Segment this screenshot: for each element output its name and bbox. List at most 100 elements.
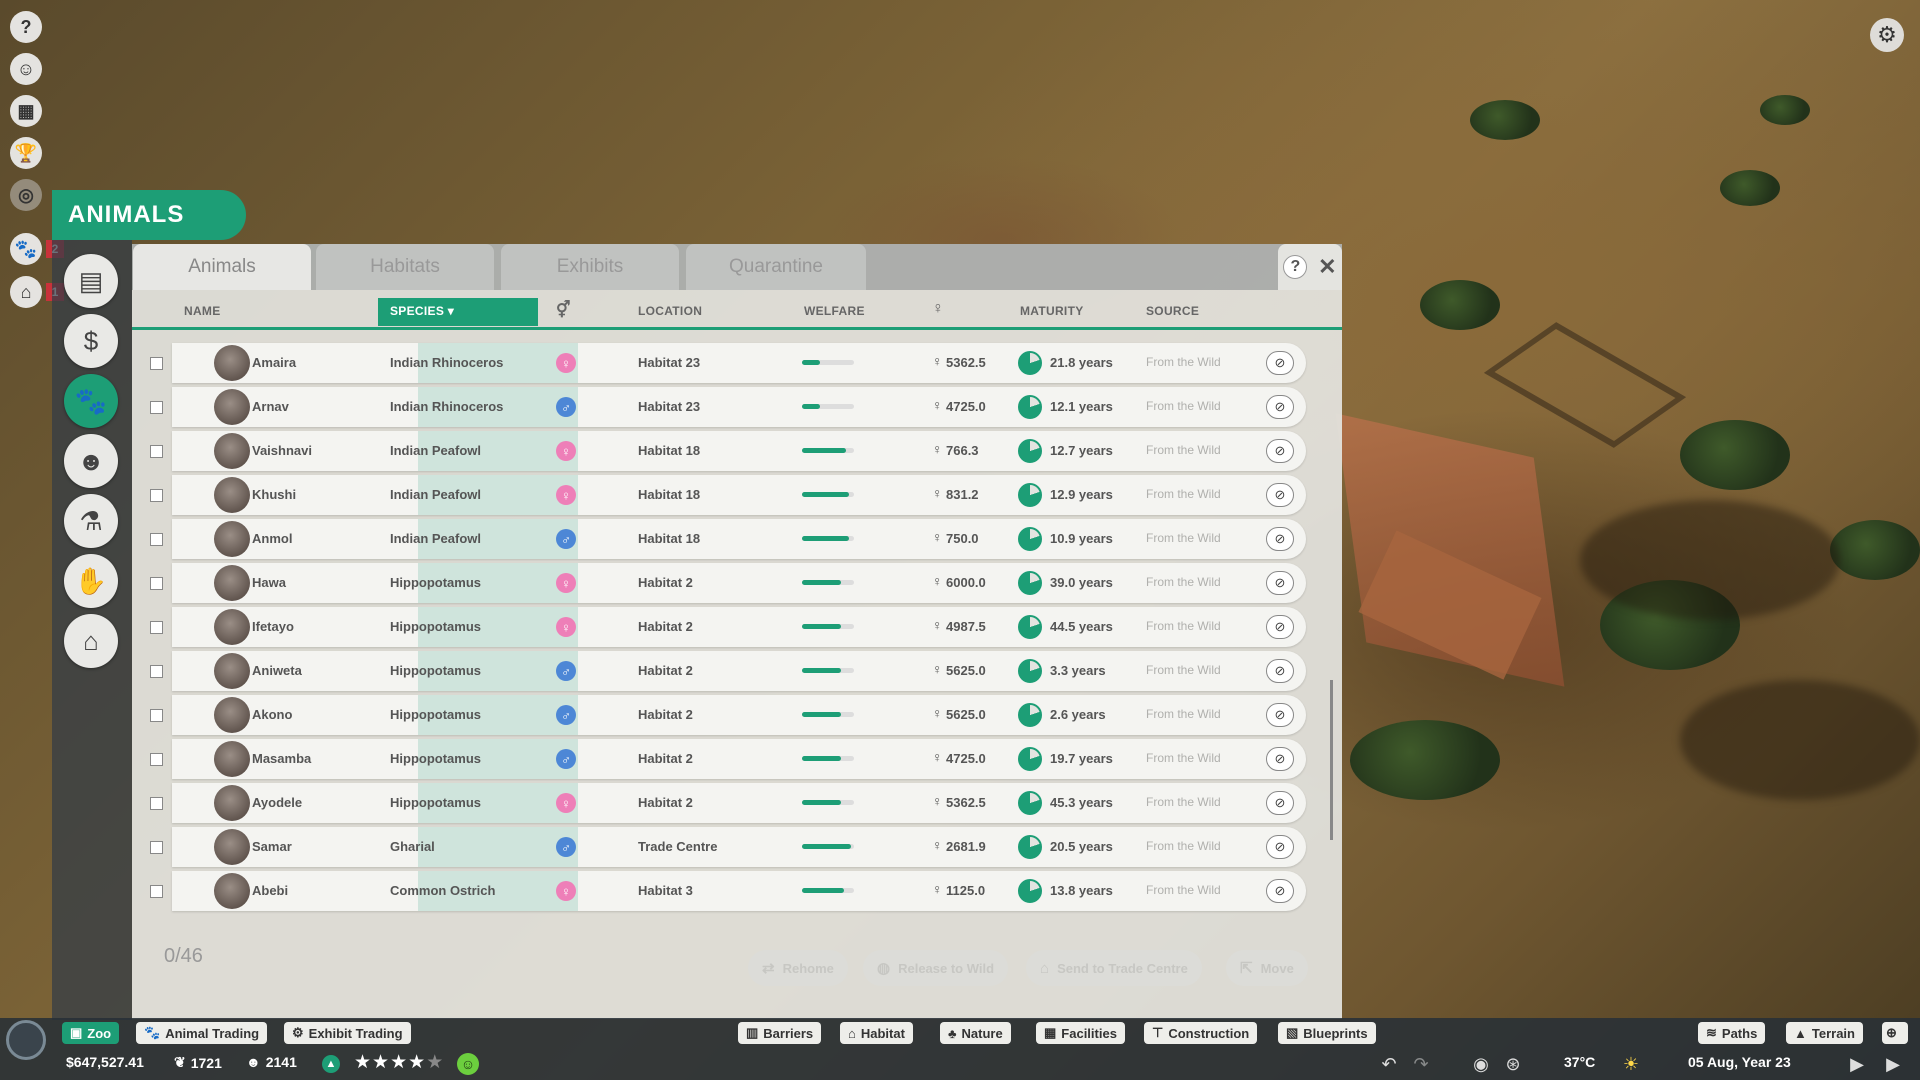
row-info-button[interactable]: ⊘ [1266, 615, 1294, 639]
facilities-button[interactable]: ▦ Facilities [1036, 1022, 1125, 1044]
row-info-button[interactable]: ⊘ [1266, 395, 1294, 419]
animal-trading-button[interactable]: 🐾 Animal Trading [136, 1022, 268, 1044]
tab-exhibits[interactable]: Exhibits [501, 244, 679, 290]
row-checkbox[interactable] [150, 709, 163, 722]
exhibit-trading-button[interactable]: ⚙ Exhibit Trading [284, 1022, 411, 1044]
tab-animals[interactable]: Animals [133, 244, 311, 290]
close-button[interactable]: ✕ [1318, 254, 1336, 280]
table-row[interactable]: Ifetayo Hippopotamus ♀ Habitat 2 ♀ 4987.… [132, 607, 1312, 647]
rehome-button[interactable]: ⇄ Rehome [748, 950, 848, 986]
header-species[interactable]: SPECIES ▾ [378, 298, 538, 326]
staff-icon[interactable]: ☻ [64, 434, 118, 488]
temperature-display: 37°C [1564, 1054, 1595, 1070]
row-info-button[interactable]: ⊘ [1266, 439, 1294, 463]
row-info-button[interactable]: ⊘ [1266, 483, 1294, 507]
row-info-button[interactable]: ⊘ [1266, 571, 1294, 595]
target-icon[interactable]: ◎ [10, 179, 42, 211]
row-checkbox[interactable] [150, 621, 163, 634]
send-to-trade-centre-button[interactable]: ⌂ Send to Trade Centre [1026, 950, 1202, 986]
play-icon[interactable]: ▶ [1846, 1053, 1868, 1075]
release-to-wild-button[interactable]: ◍ Release to Wild [863, 950, 1009, 986]
row-info-button[interactable]: ⊘ [1266, 747, 1294, 771]
shelter-icon[interactable]: ⌂ [10, 276, 42, 308]
move-button[interactable]: ⇱ Move [1226, 950, 1308, 986]
header-location[interactable]: LOCATION [638, 304, 702, 318]
panel-help-button[interactable]: ? [1283, 255, 1308, 279]
finance-icon[interactable]: $ [64, 314, 118, 368]
row-info-button[interactable]: ⊘ [1266, 527, 1294, 551]
table-row[interactable]: Vaishnavi Indian Peafowl ♀ Habitat 18 ♀ … [132, 431, 1312, 471]
guest-icon[interactable]: ☺ [10, 53, 42, 85]
more-tools-button[interactable]: ⊕ [1882, 1022, 1908, 1044]
settings-gear-icon[interactable]: ⚙ [1870, 18, 1904, 52]
row-checkbox[interactable] [150, 665, 163, 678]
welfare-bar-fill [802, 624, 841, 629]
habitat-button[interactable]: ⌂ Habitat [840, 1022, 913, 1044]
row-checkbox[interactable] [150, 489, 163, 502]
calendar-icon[interactable]: ▦ [10, 95, 42, 127]
row-checkbox[interactable] [150, 357, 163, 370]
mode-toggle[interactable] [6, 1020, 46, 1060]
globe-icon[interactable]: ⊛ [1502, 1053, 1524, 1075]
animal-maturity: 44.5 years [1050, 619, 1113, 634]
table-row[interactable]: Khushi Indian Peafowl ♀ Habitat 18 ♀ 831… [132, 475, 1312, 515]
paw-icon[interactable]: 🐾 [10, 233, 42, 265]
row-checkbox[interactable] [150, 753, 163, 766]
table-row[interactable]: Samar Gharial ♂ Trade Centre ♀ 2681.9 20… [132, 827, 1312, 867]
camera-icon[interactable]: ◉ [1470, 1053, 1492, 1075]
shop-icon[interactable]: ⌂ [64, 614, 118, 668]
row-info-button[interactable]: ⊘ [1266, 791, 1294, 815]
table-row[interactable]: Akono Hippopotamus ♂ Habitat 2 ♀ 5625.0 … [132, 695, 1312, 735]
row-info-button[interactable]: ⊘ [1266, 879, 1294, 903]
construction-button[interactable]: ⊤ Construction [1144, 1022, 1258, 1044]
table-row[interactable]: Abebi Common Ostrich ♀ Habitat 3 ♀ 1125.… [132, 871, 1312, 911]
row-checkbox[interactable] [150, 841, 163, 854]
trophy-icon[interactable]: 🏆 [10, 137, 42, 169]
header-gender-icon[interactable]: ⚥ [556, 300, 571, 320]
research-flask-icon[interactable]: ⚗ [64, 494, 118, 548]
enrichment-icon[interactable]: ✋ [64, 554, 118, 608]
paths-button[interactable]: ≋ Paths [1698, 1022, 1766, 1044]
clipboard-icon[interactable]: ▤ [64, 254, 118, 308]
row-info-button[interactable]: ⊘ [1266, 351, 1294, 375]
tab-habitats[interactable]: Habitats [316, 244, 494, 290]
row-checkbox[interactable] [150, 401, 163, 414]
header-value-icon[interactable]: ♀ [932, 300, 944, 318]
row-info-button[interactable]: ⊘ [1266, 703, 1294, 727]
row-checkbox[interactable] [150, 445, 163, 458]
row-checkbox[interactable] [150, 577, 163, 590]
header-welfare[interactable]: WELFARE [804, 304, 865, 318]
row-checkbox[interactable] [150, 533, 163, 546]
selection-count: 0/46 [164, 945, 203, 967]
animal-location: Habitat 23 [638, 355, 701, 370]
table-row[interactable]: Hawa Hippopotamus ♀ Habitat 2 ♀ 6000.0 3… [132, 563, 1312, 603]
table-row[interactable]: Masamba Hippopotamus ♂ Habitat 2 ♀ 4725.… [132, 739, 1312, 779]
terrain-button[interactable]: ▲ Terrain [1786, 1022, 1863, 1044]
barriers-button[interactable]: ▥ Barriers [738, 1022, 822, 1044]
table-row[interactable]: Amaira Indian Rhinoceros ♀ Habitat 23 ♀ … [132, 343, 1312, 383]
table-row[interactable]: Anmol Indian Peafowl ♂ Habitat 18 ♀ 750.… [132, 519, 1312, 559]
list-scrollbar[interactable] [1330, 680, 1333, 840]
table-row[interactable]: Arnav Indian Rhinoceros ♂ Habitat 23 ♀ 4… [132, 387, 1312, 427]
table-row[interactable]: Ayodele Hippopotamus ♀ Habitat 2 ♀ 5362.… [132, 783, 1312, 823]
animal-name: Khushi [252, 487, 297, 502]
row-checkbox[interactable] [150, 797, 163, 810]
row-info-button[interactable]: ⊘ [1266, 659, 1294, 683]
help-icon[interactable]: ? [10, 11, 42, 43]
row-checkbox[interactable] [150, 885, 163, 898]
welfare-bar-fill [802, 492, 849, 497]
nature-button[interactable]: ♣ Nature [940, 1022, 1011, 1044]
table-row[interactable]: Aniweta Hippopotamus ♂ Habitat 2 ♀ 5625.… [132, 651, 1312, 691]
header-name[interactable]: NAME [184, 304, 221, 318]
zoo-button[interactable]: ▣ Zoo [62, 1022, 120, 1044]
fast-forward-icon[interactable]: ▶ [1882, 1053, 1904, 1075]
animal-species: Indian Peafowl [390, 443, 482, 458]
redo-icon[interactable]: ↷ [1410, 1053, 1432, 1075]
row-info-button[interactable]: ⊘ [1266, 835, 1294, 859]
blueprints-button[interactable]: ▧ Blueprints [1278, 1022, 1376, 1044]
undo-icon[interactable]: ↶ [1378, 1053, 1400, 1075]
tab-quarantine[interactable]: Quarantine [686, 244, 866, 290]
header-maturity[interactable]: MATURITY [1020, 304, 1084, 318]
header-source[interactable]: SOURCE [1146, 304, 1199, 318]
animals-paw-icon[interactable]: 🐾 [64, 374, 118, 428]
